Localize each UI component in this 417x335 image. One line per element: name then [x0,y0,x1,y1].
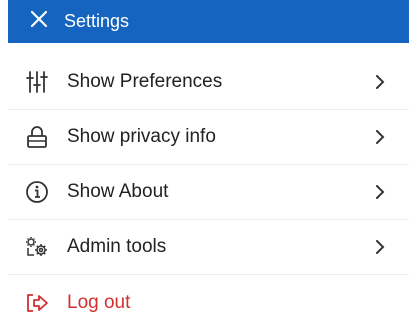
menu-item-log-out[interactable]: Log out [8,275,409,330]
settings-menu: Show Preferences Show privacy info Show … [8,55,409,330]
logout-icon [23,289,51,317]
chevron-right-icon [373,74,387,90]
menu-item-label: Show privacy info [67,126,216,147]
sliders-icon [23,68,51,96]
chevron-right-icon [373,184,387,200]
page-title: Settings [64,11,130,31]
close-button[interactable] [20,0,58,43]
menu-item-show-about[interactable]: Show About [8,165,409,220]
close-icon [30,10,48,33]
logout-label: Log out [67,291,131,313]
menu-item-label: Admin tools [67,236,167,257]
chevron-right-icon [373,239,387,255]
menu-item-show-preferences[interactable]: Show Preferences [8,55,409,110]
menu-item-show-privacy-info[interactable]: Show privacy info [8,110,409,165]
menu-item-label: Show Preferences [67,71,223,92]
menu-item-label: Show About [67,181,169,202]
chevron-right-icon [373,129,387,145]
info-icon [23,178,51,206]
menu-item-admin-tools[interactable]: Admin tools [8,220,409,275]
admin-gears-icon [23,233,51,261]
app-header: Settings [8,0,409,43]
lock-icon [23,123,51,151]
